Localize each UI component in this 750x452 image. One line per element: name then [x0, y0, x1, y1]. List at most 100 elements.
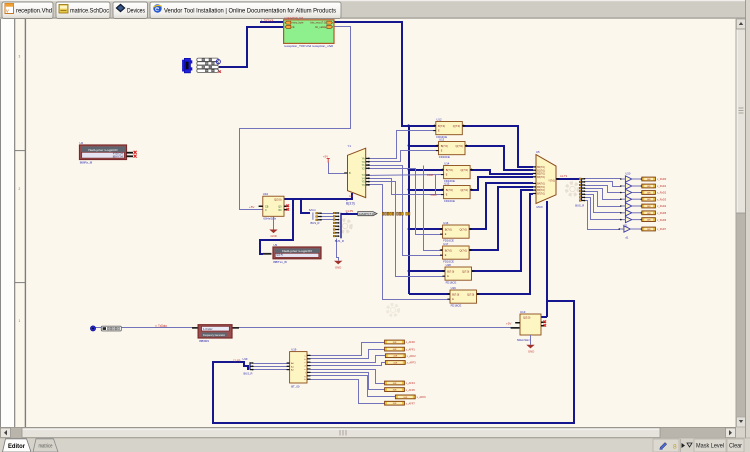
svg-text:+5V: +5V — [249, 205, 254, 209]
svg-text:10R: 10R — [647, 193, 651, 195]
svg-text:bits_recu(7:0): bits_recu(7:0) — [310, 21, 326, 25]
svg-text:U20: U20 — [625, 171, 630, 175]
svg-text:10R: 10R — [393, 403, 397, 405]
svg-text:8l8lTxx_l8: 8l8lTxx_l8 — [273, 260, 287, 264]
svg-text:x_AFF5: x_AFF5 — [406, 388, 416, 392]
svg-text:NetLyzer LogicIO: NetLyzer LogicIO — [282, 249, 313, 253]
svg-text:U21: U21 — [623, 224, 628, 228]
svg-text:x_RxD3: x_RxD3 — [657, 197, 667, 201]
svg-text:10R: 10R — [647, 206, 651, 208]
svg-text:x_AFF7: x_AFF7 — [406, 401, 416, 405]
svg-text:B2(7:0): B2(7:0) — [537, 174, 545, 176]
svg-text:8BY/Y7/4: 8BY/Y7/4 — [113, 156, 124, 159]
svg-text:Q(7:0): Q(7:0) — [467, 292, 474, 296]
svg-text:Clear: Clear — [729, 443, 742, 450]
svg-text:B5(7:0): B5(7:0) — [537, 187, 545, 189]
svg-text:+5V: +5V — [323, 155, 328, 159]
svg-text:U17: U17 — [443, 242, 449, 246]
svg-text:x_AFF2: x_AFF2 — [407, 354, 417, 358]
svg-text:matrice: matrice — [39, 444, 53, 450]
svg-text:Q(3:4): Q(3:4) — [276, 254, 283, 257]
svg-text:U16: U16 — [443, 221, 449, 225]
svg-text:B(7:0): B(7:0) — [445, 248, 452, 252]
svg-text:FD16CE: FD16CE — [446, 281, 457, 285]
svg-text:x_RxD7: x_RxD7 — [657, 227, 667, 231]
svg-text:Q(7:0): Q(7:0) — [453, 124, 460, 128]
svg-text:A-4: A-4 — [349, 194, 354, 198]
svg-text:2: 2 — [19, 187, 21, 191]
svg-text:BT_00: BT_00 — [291, 384, 300, 388]
svg-text:+5V: +5V — [506, 322, 511, 326]
svg-text:GND: GND — [528, 350, 534, 354]
svg-text:B7(7:0): B7(7:0) — [537, 194, 545, 196]
svg-text:v: v — [6, 9, 9, 15]
svg-text:10R: 10R — [647, 220, 651, 222]
svg-text:U15: U15 — [444, 182, 450, 186]
svg-text:S/Cnt: S/Cnt — [309, 208, 316, 212]
svg-text:Y1: Y1 — [348, 144, 352, 148]
svg-text:B(7:0): B(7:0) — [438, 124, 445, 128]
svg-text:UART(7:0): UART(7:0) — [359, 213, 375, 216]
svg-text:U19: U19 — [291, 347, 297, 351]
svg-text:C1-P9: C1-P9 — [346, 209, 354, 213]
svg-text:x_AFF3: x_AFF3 — [407, 361, 417, 365]
svg-text:10R: 10R — [647, 229, 651, 231]
svg-text:Q(7:0): Q(7:0) — [455, 144, 462, 148]
svg-text:BUS_R: BUS_R — [335, 239, 344, 243]
svg-text:U_RECEPTION_TOP: U_RECEPTION_TOP — [284, 16, 303, 20]
svg-text:B3(7:0): B3(7:0) — [537, 177, 545, 179]
svg-text:U14: U14 — [444, 162, 450, 166]
svg-text:B(7:0): B(7:0) — [447, 269, 454, 273]
svg-text:x_AFF1: x_AFF1 — [406, 347, 416, 351]
svg-text:GND: GND — [271, 234, 277, 238]
svg-text:10R: 10R — [393, 349, 397, 351]
svg-text:U12: U12 — [436, 118, 442, 122]
svg-text:bit_valide: bit_valide — [315, 25, 327, 29]
svg-text:U10: U10 — [263, 192, 269, 196]
svg-text:FD16CE: FD16CE — [451, 304, 462, 308]
svg-text:B4(7:0): B4(7:0) — [537, 184, 545, 186]
svg-text:10R: 10R — [393, 383, 397, 385]
svg-text:Q(7:0): Q(7:0) — [461, 188, 468, 192]
svg-text:10R: 10R — [647, 213, 651, 215]
svg-text:reception_TOP.vhd reception_v: reception_TOP.vhd reception_vhdl — [284, 44, 333, 48]
svg-text:B6(7:0): B6(7:0) — [537, 190, 545, 192]
svg-text:U5: U5 — [536, 150, 540, 154]
svg-text:GND: GND — [335, 265, 341, 269]
svg-text:FD16CE: FD16CE — [439, 155, 450, 159]
svg-text:x_AFF0: x_AFF0 — [406, 340, 416, 344]
svg-text:BUS_R: BUS_R — [244, 371, 253, 375]
svg-text:1: 1 — [19, 319, 21, 323]
svg-text:x_RxD2: x_RxD2 — [657, 191, 667, 195]
svg-text:Q(7:0): Q(7:0) — [460, 227, 467, 231]
svg-text:Q(3:0): Q(3:0) — [274, 198, 281, 202]
svg-text:8l8lRx_l8: 8l8lRx_l8 — [80, 161, 93, 165]
svg-text:A1-T9: A1-T9 — [560, 174, 568, 178]
svg-text:B(7:0): B(7:0) — [445, 227, 452, 231]
svg-text:U13: U13 — [439, 138, 445, 142]
svg-text:C: C — [265, 209, 267, 212]
svg-text:8l8l009: 8l8l009 — [199, 339, 209, 343]
svg-text:10R: 10R — [393, 356, 397, 358]
svg-text:MUX: MUX — [537, 205, 543, 209]
svg-text:matrice.SchDoc: matrice.SchDoc — [70, 8, 110, 15]
svg-text:Y(7:0): Y(7:0) — [548, 179, 555, 182]
svg-text:NetLyzer LogicIO: NetLyzer LogicIO — [88, 148, 118, 152]
svg-text:B(7:0): B(7:0) — [452, 292, 459, 296]
svg-text:U19: U19 — [451, 286, 457, 290]
svg-text:x_RxD5: x_RxD5 — [657, 211, 667, 215]
svg-text:60Hz/1Hz: 60Hz/1Hz — [517, 338, 530, 342]
svg-text:FD16CE: FD16CE — [444, 199, 455, 203]
svg-text:B(7:0): B(7:0) — [446, 168, 453, 172]
svg-text:U13: U13 — [520, 310, 526, 314]
svg-text:x_RxD4: x_RxD4 — [657, 204, 667, 208]
svg-text:Q(3:0): Q(3:0) — [523, 316, 530, 320]
svg-text:10R: 10R — [647, 186, 651, 188]
svg-text:BUS_R: BUS_R — [311, 221, 320, 225]
svg-text:Frequency Generator: Frequency Generator — [203, 334, 225, 337]
svg-text:Q(7:0): Q(7:0) — [462, 269, 469, 273]
svg-text:entry_byte: entry_byte — [291, 21, 304, 25]
svg-text:10R: 10R — [393, 363, 397, 365]
svg-text:10R: 10R — [403, 397, 407, 399]
svg-text:C1-P9: C1-P9 — [233, 358, 241, 362]
